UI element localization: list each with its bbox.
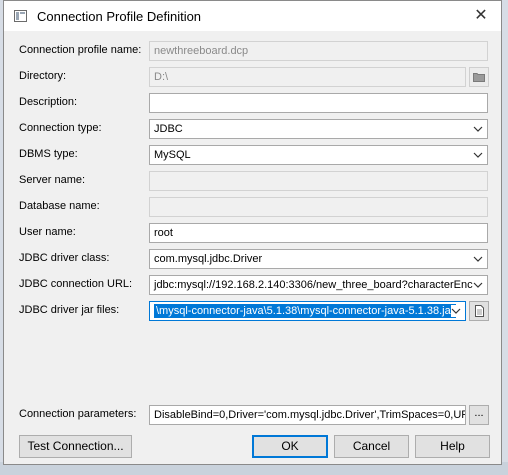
driver-class-value: com.mysql.jdbc.Driver	[154, 253, 263, 265]
folder-icon	[473, 73, 485, 82]
connection-type-label: Connection type:	[19, 122, 102, 134]
chevron-down-icon	[473, 152, 483, 158]
driver-jar-label: JDBC driver jar files:	[19, 304, 120, 316]
chevron-down-icon	[473, 282, 483, 288]
help-button[interactable]: Help	[415, 435, 490, 458]
directory-field: D:\	[149, 67, 466, 87]
server-name-field	[149, 171, 488, 191]
ok-button[interactable]: OK	[252, 435, 328, 458]
dbms-type-value: MySQL	[154, 149, 191, 161]
connection-type-select[interactable]: JDBC	[149, 119, 488, 139]
dbms-type-select[interactable]: MySQL	[149, 145, 488, 165]
connection-params-field[interactable]: DisableBind=0,Driver='com.mysql.jdbc.Dri…	[149, 405, 466, 425]
connection-params-label: Connection parameters:	[19, 408, 137, 420]
directory-browse-button	[469, 67, 489, 87]
close-icon[interactable]: ✕	[469, 4, 493, 28]
connection-type-value: JDBC	[154, 123, 183, 135]
test-connection-button[interactable]: Test Connection...	[19, 435, 132, 458]
title-bar: Connection Profile Definition ✕	[4, 1, 501, 31]
profile-name-field: newthreeboard.dcp	[149, 41, 488, 61]
user-name-label: User name:	[19, 226, 76, 238]
dialog-title: Connection Profile Definition	[37, 9, 202, 24]
driver-class-select[interactable]: com.mysql.jdbc.Driver	[149, 249, 488, 269]
profile-name-label: Connection profile name:	[19, 44, 142, 56]
file-browse-icon	[474, 305, 484, 317]
driver-class-label: JDBC driver class:	[19, 252, 110, 264]
connection-profile-dialog: Connection Profile Definition ✕ Connecti…	[3, 0, 502, 465]
driver-jar-select[interactable]: \mysql-connector-java\5.1.38\mysql-conne…	[149, 301, 466, 321]
description-label: Description:	[19, 96, 78, 108]
user-name-input[interactable]: root	[149, 223, 488, 243]
driver-jar-browse-button[interactable]	[469, 301, 489, 321]
driver-jar-value: \mysql-connector-java\5.1.38\mysql-conne…	[154, 304, 457, 318]
chevron-down-icon	[473, 126, 483, 132]
database-name-label: Database name:	[19, 200, 100, 212]
directory-label: Directory:	[19, 70, 67, 82]
dbms-type-label: DBMS type:	[19, 148, 78, 160]
description-input[interactable]	[149, 93, 488, 113]
app-window-icon	[14, 10, 27, 22]
database-name-field	[149, 197, 488, 217]
cancel-button[interactable]: Cancel	[334, 435, 409, 458]
connection-url-label: JDBC connection URL:	[19, 278, 133, 290]
connection-url-value: jdbc:mysql://192.168.2.140:3306/new_thre…	[154, 279, 473, 291]
chevron-down-icon	[473, 256, 483, 262]
server-name-label: Server name:	[19, 174, 86, 186]
connection-params-edit-button[interactable]: ...	[469, 405, 489, 425]
chevron-down-icon	[451, 305, 461, 317]
connection-url-select[interactable]: jdbc:mysql://192.168.2.140:3306/new_thre…	[149, 275, 488, 295]
